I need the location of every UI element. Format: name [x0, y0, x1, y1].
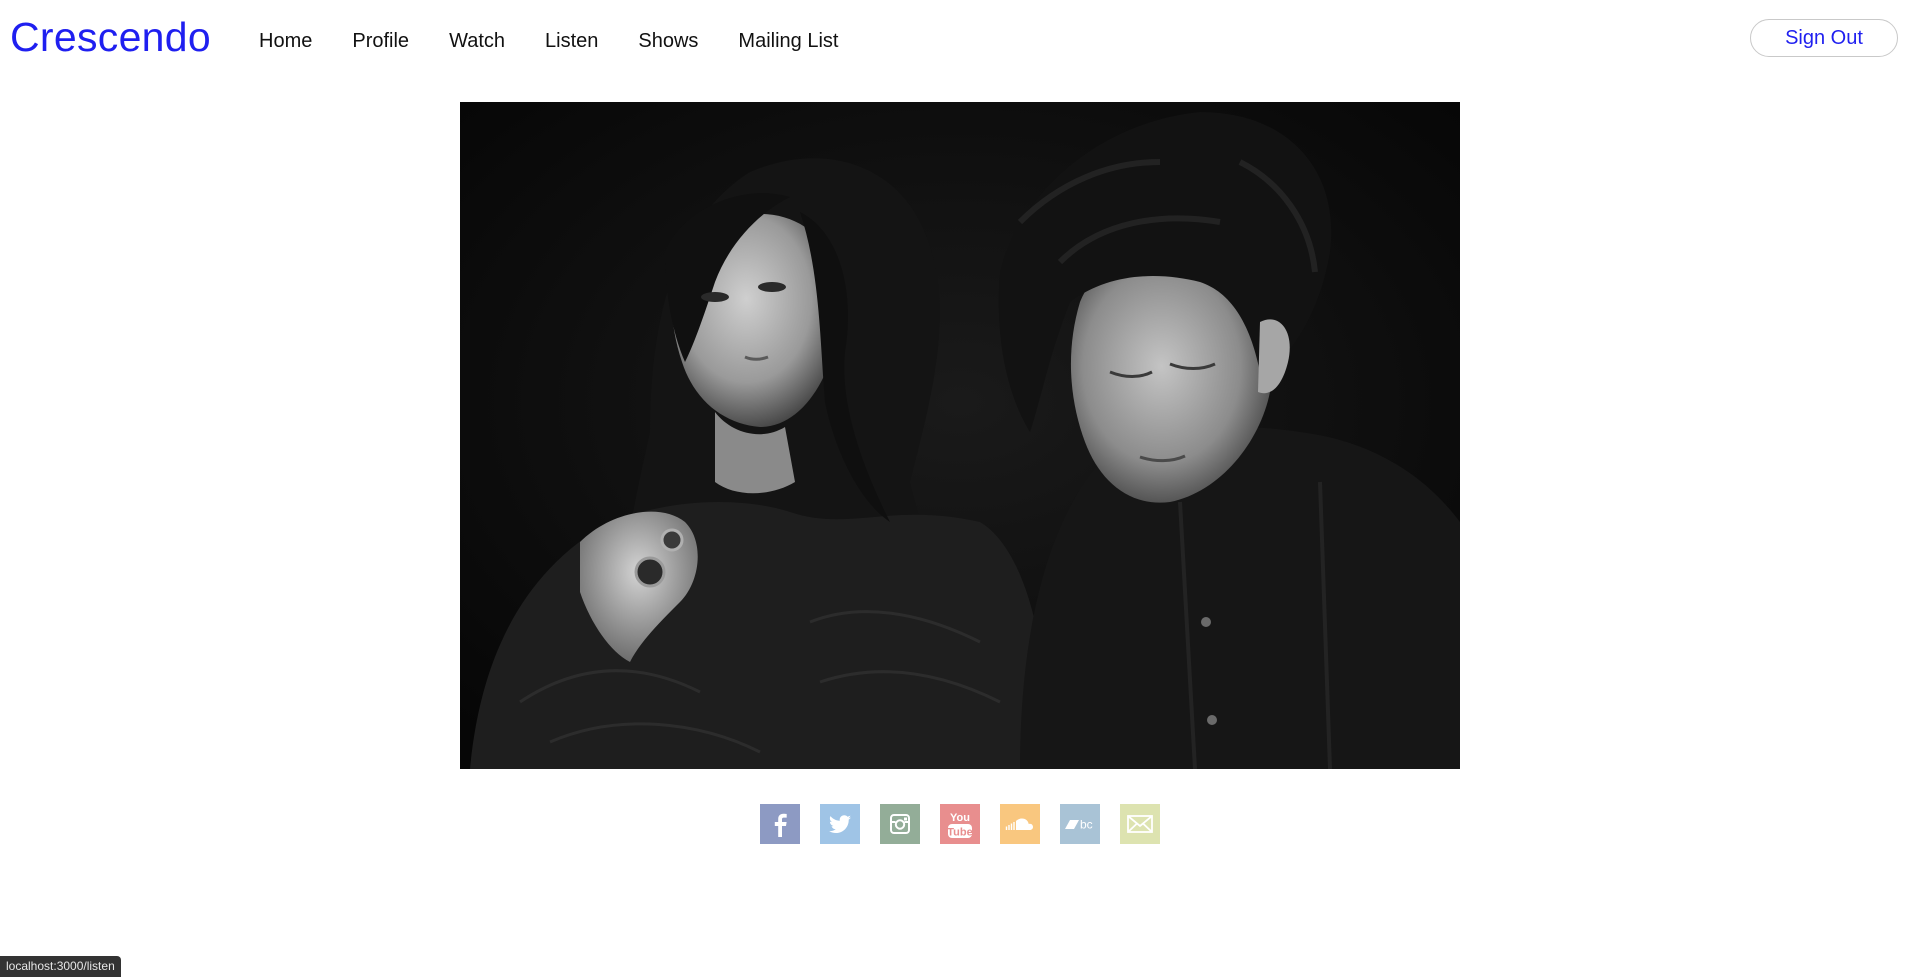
bandcamp-link[interactable]: bc: [1060, 804, 1100, 844]
twitter-link[interactable]: [820, 804, 860, 844]
youtube-icon: You Tube: [940, 804, 980, 844]
soundcloud-link[interactable]: [1000, 804, 1040, 844]
youtube-link[interactable]: You Tube: [940, 804, 980, 844]
email-link[interactable]: [1120, 804, 1160, 844]
top-navigation-bar: Crescendo Home Profile Watch Listen Show…: [0, 0, 1920, 80]
facebook-icon: [760, 804, 800, 844]
bandcamp-icon: bc: [1060, 804, 1100, 844]
email-icon: [1120, 804, 1160, 844]
instagram-icon: [880, 804, 920, 844]
sign-out-button[interactable]: Sign Out: [1750, 19, 1898, 57]
youtube-text-bottom: Tube: [947, 827, 972, 839]
facebook-link[interactable]: [760, 804, 800, 844]
nav-mailing-list[interactable]: Mailing List: [738, 28, 838, 54]
nav-listen[interactable]: Listen: [545, 28, 598, 54]
browser-status-url: localhost:3000/listen: [0, 956, 121, 977]
brand-logo-link[interactable]: Crescendo: [10, 12, 211, 62]
nav-profile[interactable]: Profile: [352, 28, 409, 54]
nav-home[interactable]: Home: [259, 28, 312, 54]
soundcloud-icon: [1000, 804, 1040, 844]
main-nav: Home Profile Watch Listen Shows Mailing …: [259, 28, 878, 54]
bandcamp-text: bc: [1080, 818, 1093, 832]
youtube-text-top: You: [950, 812, 970, 824]
band-photo: [460, 102, 1460, 769]
social-links: You Tube bc: [760, 804, 1180, 844]
twitter-icon: [820, 804, 860, 844]
nav-shows[interactable]: Shows: [638, 28, 698, 54]
instagram-link[interactable]: [880, 804, 920, 844]
nav-watch[interactable]: Watch: [449, 28, 505, 54]
